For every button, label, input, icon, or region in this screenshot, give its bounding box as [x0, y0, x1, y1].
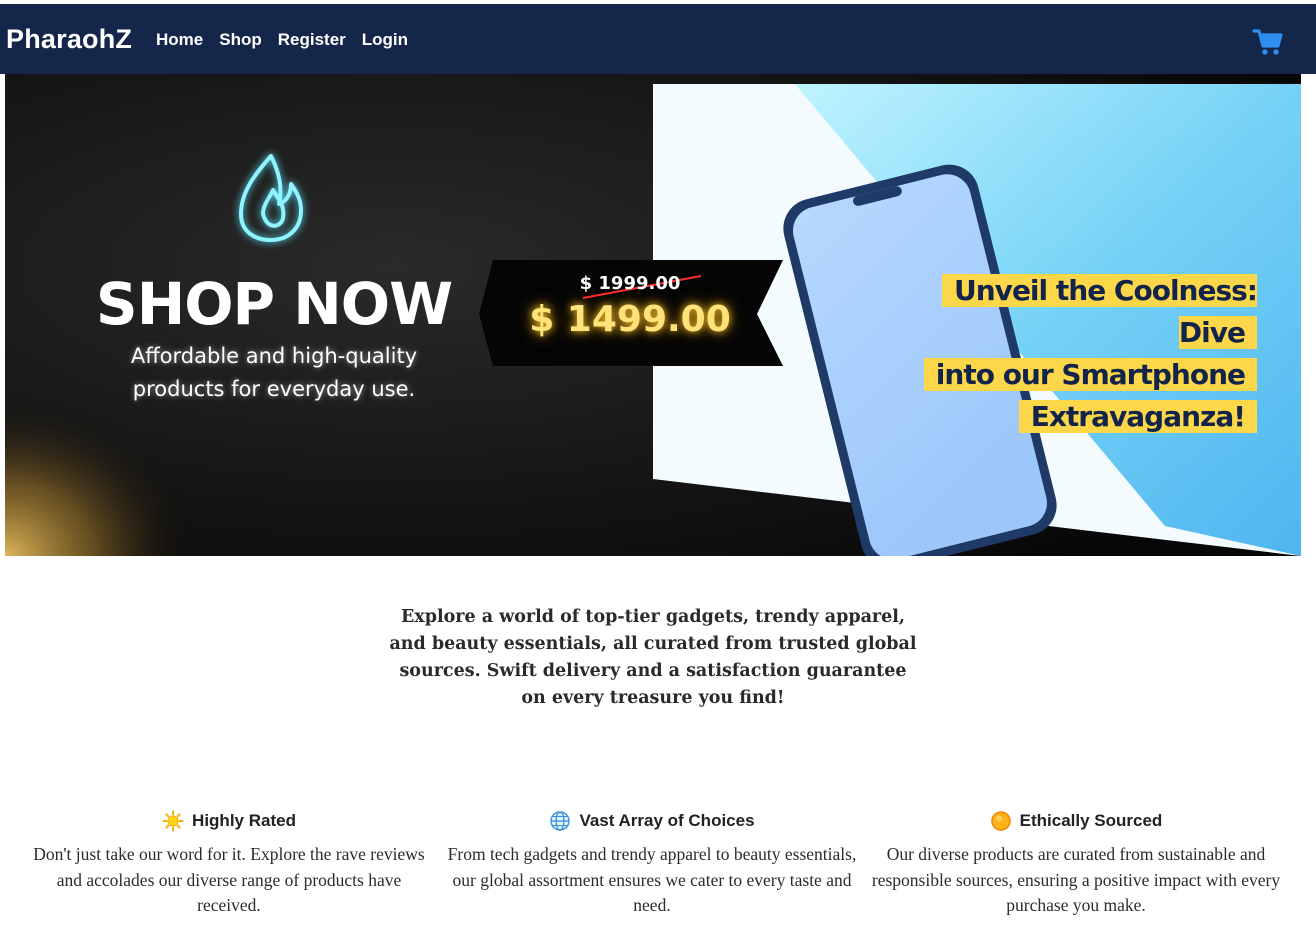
hero-banner[interactable]: SHOP NOW Affordable and high-quality pro…: [5, 74, 1301, 556]
feature-description: From tech gadgets and trendy apparel to …: [447, 844, 857, 915]
nav-link-home[interactable]: Home: [156, 30, 203, 50]
nav-link-register[interactable]: Register: [278, 30, 346, 50]
nav-link-shop[interactable]: Shop: [219, 30, 262, 50]
feature-ethically-sourced: Ethically Sourced Our diverse products a…: [871, 808, 1281, 919]
nav-links: Home Shop Register Login: [156, 30, 408, 50]
sun-icon: [162, 810, 184, 832]
brand-logo[interactable]: PharaohZ: [6, 24, 132, 55]
feature-vast-array: Vast Array of Choices From tech gadgets …: [447, 808, 857, 919]
feature-title: Vast Array of Choices: [579, 811, 755, 830]
feature-description: Don't just take our word for it. Explore…: [33, 844, 425, 915]
nav-link-login[interactable]: Login: [362, 30, 408, 50]
orange-circle-icon: [990, 811, 1011, 831]
feature-title: Ethically Sourced: [1019, 811, 1163, 830]
feature-title: Highly Rated: [192, 811, 296, 830]
hero-artwork: [5, 74, 1301, 556]
intro-text: Explore a world of top-tier gadgets, tre…: [389, 607, 917, 708]
navbar: PharaohZ Home Shop Register Login: [0, 4, 1316, 74]
feature-description: Our diverse products are curated from su…: [871, 844, 1281, 915]
shopping-cart-icon[interactable]: [1252, 26, 1284, 58]
feature-highly-rated: Highly Rated Don't just take our word fo…: [24, 808, 434, 919]
globe-icon: [550, 811, 571, 831]
